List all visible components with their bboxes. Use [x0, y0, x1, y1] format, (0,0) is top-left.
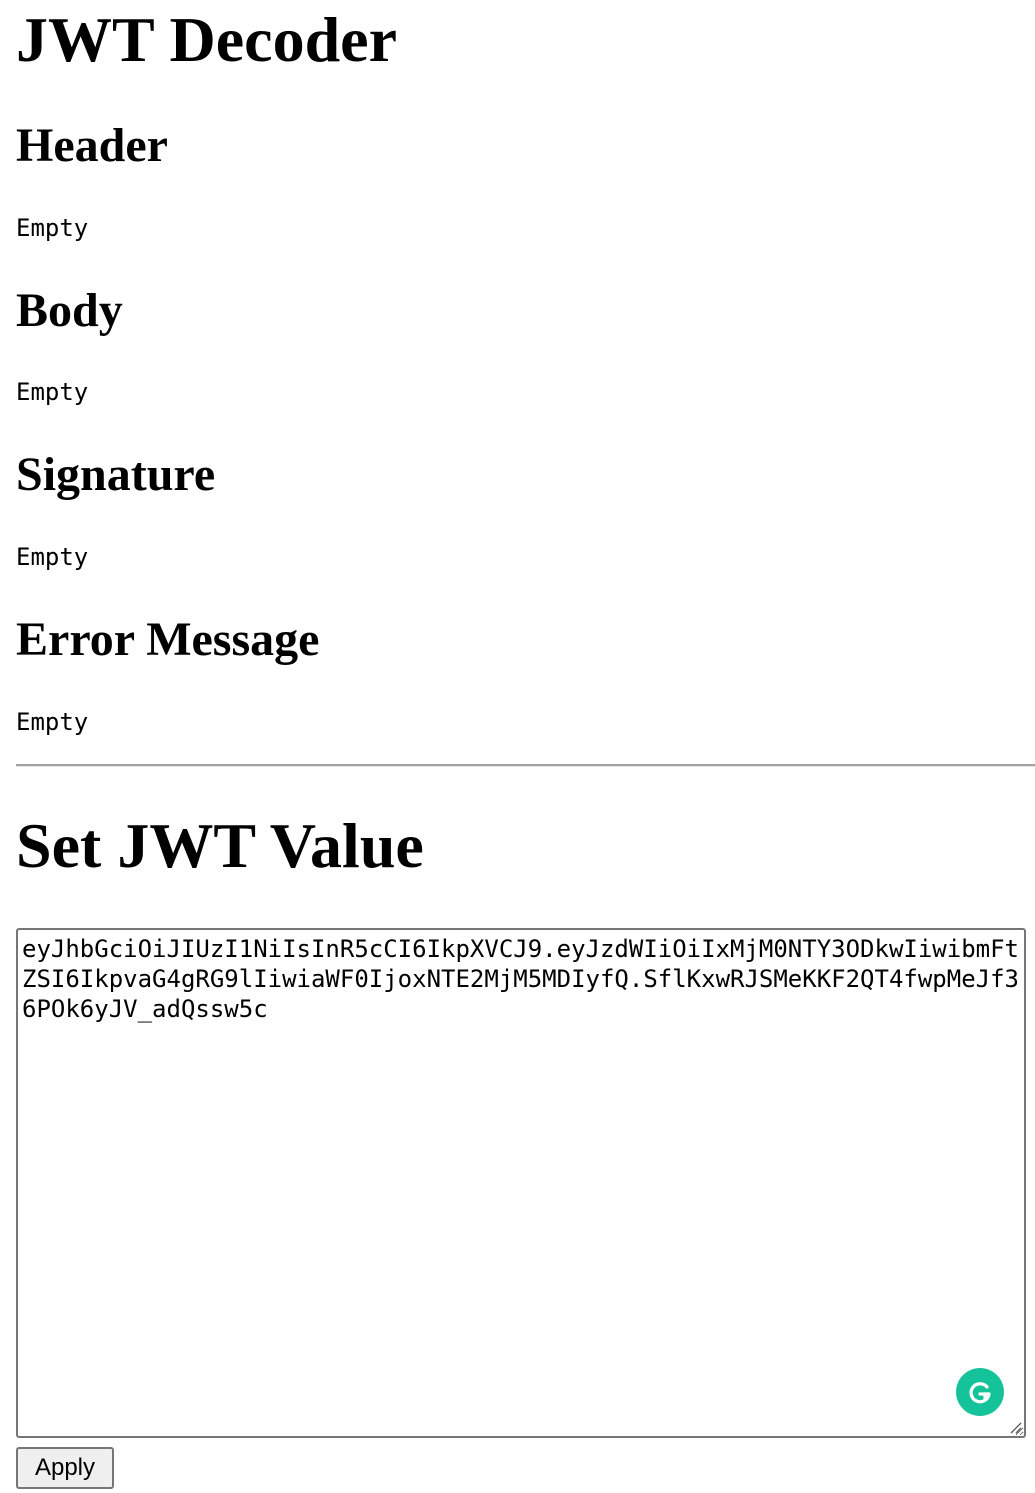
- resize-handle-icon[interactable]: [1008, 1420, 1022, 1434]
- jwt-input[interactable]: eyJhbGciOiJIUzI1NiIsInR5cCI6IkpXVCJ9.eyJ…: [16, 928, 1026, 1438]
- signature-heading: Signature: [16, 448, 216, 501]
- page-title: JWT Decoder: [16, 4, 397, 75]
- grammarly-icon[interactable]: [956, 1368, 1004, 1416]
- body-heading: Body: [16, 284, 123, 337]
- header-value: Empty: [16, 214, 89, 242]
- set-jwt-heading: Set JWT Value: [16, 810, 424, 881]
- jwt-input-container: eyJhbGciOiJIUzI1NiIsInR5cCI6IkpXVCJ9.eyJ…: [16, 928, 1026, 1438]
- error-message-value: Empty: [16, 708, 89, 736]
- header-heading: Header: [16, 119, 168, 172]
- error-message-heading: Error Message: [16, 613, 320, 666]
- horizontal-divider: [16, 764, 1035, 767]
- body-value: Empty: [16, 378, 89, 406]
- signature-value: Empty: [16, 543, 89, 571]
- apply-button[interactable]: Apply: [16, 1447, 114, 1489]
